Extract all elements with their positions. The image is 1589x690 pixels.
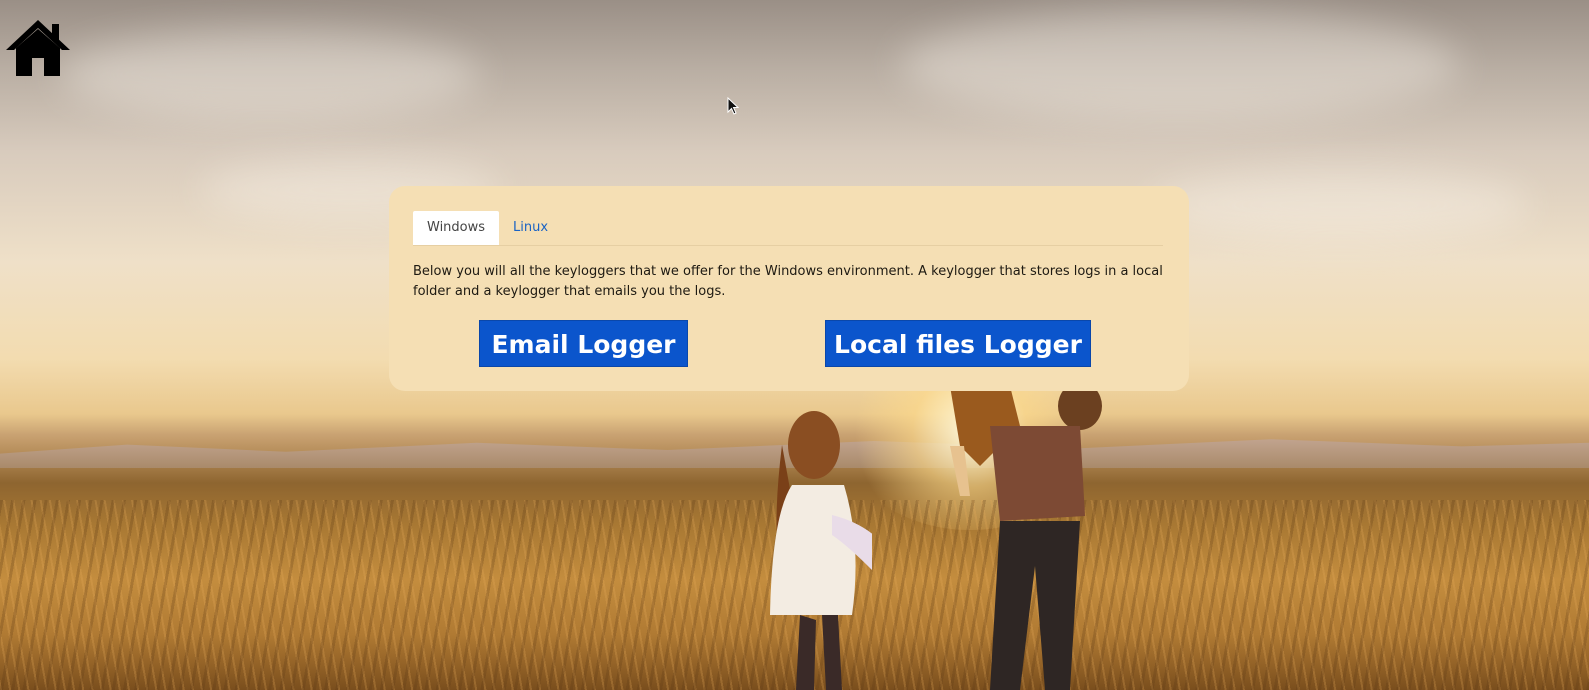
local-files-logger-button[interactable]: Local files Logger: [825, 320, 1091, 367]
tab-windows[interactable]: Windows: [413, 211, 500, 245]
tab-description: Below you will all the keyloggers that w…: [413, 264, 1163, 299]
email-logger-button[interactable]: Email Logger: [479, 320, 688, 367]
keylogger-panel: Windows Linux Below you will all the key…: [389, 186, 1189, 391]
cloud: [1150, 170, 1530, 240]
home-icon[interactable]: [4, 18, 72, 78]
cloud: [60, 30, 480, 120]
page: Windows Linux Below you will all the key…: [0, 0, 1589, 690]
man-silhouette: [950, 386, 1102, 690]
cloud: [900, 10, 1460, 120]
mouse-cursor-icon: [727, 97, 739, 115]
os-tabs: Windows Linux: [413, 211, 1163, 246]
woman-silhouette: [770, 411, 872, 690]
tab-linux[interactable]: Linux: [499, 211, 562, 245]
